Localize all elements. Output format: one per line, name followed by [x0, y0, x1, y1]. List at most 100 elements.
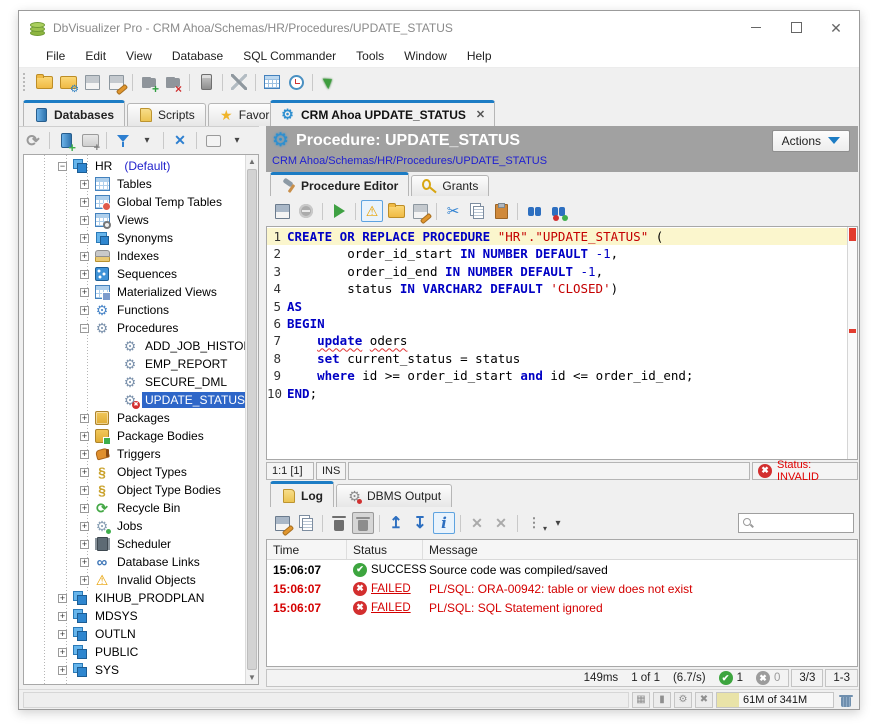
folder-add-icon[interactable] [79, 130, 101, 152]
minimize-icon[interactable] [749, 21, 763, 35]
expander-icon[interactable]: + [80, 252, 89, 261]
column-header-time[interactable]: Time [267, 540, 347, 559]
server-icon[interactable] [195, 71, 217, 93]
grid-status-icon[interactable]: ▦ [632, 692, 650, 708]
code-line[interactable]: 6BEGIN [267, 315, 847, 332]
tab-grants[interactable]: Grants [411, 175, 489, 196]
save-as-icon[interactable] [409, 200, 431, 222]
tree-item-recycle-bin[interactable]: +Recycle Bin [24, 499, 244, 517]
expander-icon[interactable]: + [58, 666, 67, 675]
tree-item-sys[interactable]: +SYS [24, 661, 244, 679]
tree-item-database-links[interactable]: +Database Links [24, 553, 244, 571]
save2-icon[interactable] [271, 200, 293, 222]
to-bottom-icon[interactable] [409, 512, 431, 534]
cut-icon[interactable] [442, 200, 464, 222]
memory-gauge[interactable]: 61M of 341M [716, 692, 834, 708]
tree-item-package-bodies[interactable]: +Package Bodies [24, 427, 244, 445]
expander-icon[interactable]: + [80, 468, 89, 477]
scrollbar-thumb[interactable] [247, 169, 257, 670]
export-icon[interactable] [271, 512, 293, 534]
filter-icon[interactable] [112, 130, 134, 152]
warn-sel-icon[interactable] [361, 200, 383, 222]
tree-item-tables[interactable]: +Tables [24, 175, 244, 193]
expander-icon[interactable]: + [80, 540, 89, 549]
error-ruler[interactable] [847, 227, 857, 459]
panel-splitter[interactable] [259, 100, 266, 689]
save-as-icon[interactable] [105, 71, 127, 93]
tree-item-global-temp-tables[interactable]: +Global Temp Tables [24, 193, 244, 211]
stop-icon[interactable] [295, 200, 317, 222]
column-header-status[interactable]: Status [347, 540, 423, 559]
error-mark-icon[interactable] [849, 228, 856, 241]
column-header-message[interactable]: Message [423, 540, 857, 559]
tree-item-update-status[interactable]: UPDATE_STATUS [24, 391, 244, 409]
maximize-icon[interactable] [789, 21, 803, 35]
error-mark-icon[interactable] [849, 329, 856, 333]
tree-item-mdsys[interactable]: +MDSYS [24, 607, 244, 625]
log-row[interactable]: 15:06:07FAILEDPL/SQL: SQL Statement igno… [267, 598, 857, 617]
refresh-icon[interactable] [22, 130, 44, 152]
tree-item-add-job-history[interactable]: ADD_JOB_HISTORY [24, 337, 244, 355]
expander-icon[interactable]: + [80, 216, 89, 225]
tree-item-synonyms[interactable]: +Synonyms [24, 229, 244, 247]
server-status-icon[interactable]: ▮ [653, 692, 671, 708]
expander-icon[interactable]: + [80, 180, 89, 189]
code-line[interactable]: 10END; [267, 385, 847, 402]
close-icon[interactable]: ✕ [829, 21, 843, 35]
tab-scripts[interactable]: Scripts [127, 103, 206, 126]
grid-icon[interactable] [261, 71, 283, 93]
tab-procedure-editor[interactable]: Procedure Editor [270, 172, 409, 196]
menu-item-edit[interactable]: Edit [76, 47, 115, 65]
code-line[interactable]: 7 update oders [267, 332, 847, 349]
tree-item-triggers[interactable]: +Triggers [24, 445, 244, 463]
tools-icon[interactable] [228, 71, 250, 93]
expander-icon[interactable]: + [80, 198, 89, 207]
expander-icon[interactable]: + [80, 270, 89, 279]
expander-icon[interactable]: + [80, 450, 89, 459]
log-search[interactable] [738, 513, 854, 533]
tree-item-packages[interactable]: +Packages [24, 409, 244, 427]
tree-item-kihub-prodplan[interactable]: +KIHUB_PRODPLAN [24, 589, 244, 607]
disconnect-icon[interactable] [162, 71, 184, 93]
expander-icon[interactable]: − [80, 324, 89, 333]
tree-item-outln[interactable]: +OUTLN [24, 625, 244, 643]
collapse2-icon[interactable] [490, 512, 512, 534]
tree-scrollbar[interactable]: ▲ ▼ [245, 155, 258, 684]
run-cursor-icon[interactable] [318, 71, 340, 93]
menu-item-file[interactable]: File [37, 47, 74, 65]
tab-close-icon[interactable]: ✕ [476, 108, 485, 121]
menu-item-database[interactable]: Database [163, 47, 232, 65]
caret-icon[interactable] [226, 130, 248, 152]
expander-icon[interactable]: + [80, 414, 89, 423]
tree-item-public[interactable]: +PUBLIC [24, 643, 244, 661]
tree-item-hr[interactable]: −HR(Default) [24, 157, 244, 175]
connect-icon[interactable] [138, 71, 160, 93]
tree-item-invalid-objects[interactable]: +Invalid Objects [24, 571, 244, 589]
gear-status-icon[interactable]: ⚙ [674, 692, 692, 708]
code-line[interactable]: 8 set current_status = status [267, 350, 847, 367]
expander-icon[interactable]: + [80, 576, 89, 585]
conn-add-icon[interactable] [55, 130, 77, 152]
tab-crm-ahoa-update-status[interactable]: CRM Ahoa UPDATE_STATUS ✕ [270, 100, 495, 126]
find-replace-icon[interactable] [547, 200, 569, 222]
expander-icon[interactable]: + [58, 612, 67, 621]
tree-item-jobs[interactable]: +Jobs [24, 517, 244, 535]
columns-icon[interactable] [523, 512, 545, 534]
preview-icon[interactable] [202, 130, 224, 152]
log-row[interactable]: 15:06:07FAILEDPL/SQL: ORA-00942: table o… [267, 579, 857, 598]
folder-gear-icon[interactable] [57, 71, 79, 93]
fit-icon[interactable] [466, 512, 488, 534]
code-line[interactable]: 3 order_id_end IN NUMBER DEFAULT -1, [267, 263, 847, 280]
expander-icon[interactable]: + [80, 306, 89, 315]
code-lines[interactable]: 1CREATE OR REPLACE PROCEDURE "HR"."UPDAT… [267, 227, 847, 459]
tree-item-procedures[interactable]: −Procedures [24, 319, 244, 337]
expander-icon[interactable]: + [58, 648, 67, 657]
menu-item-view[interactable]: View [117, 47, 161, 65]
scroll-down-icon[interactable]: ▼ [246, 671, 258, 684]
code-line[interactable]: 4 status IN VARCHAR2 DEFAULT 'CLOSED') [267, 280, 847, 297]
clock-icon[interactable] [285, 71, 307, 93]
expander-icon[interactable]: + [80, 234, 89, 243]
expander-icon[interactable]: + [80, 288, 89, 297]
folder-icon[interactable] [385, 200, 407, 222]
trash-icon[interactable] [328, 512, 350, 534]
